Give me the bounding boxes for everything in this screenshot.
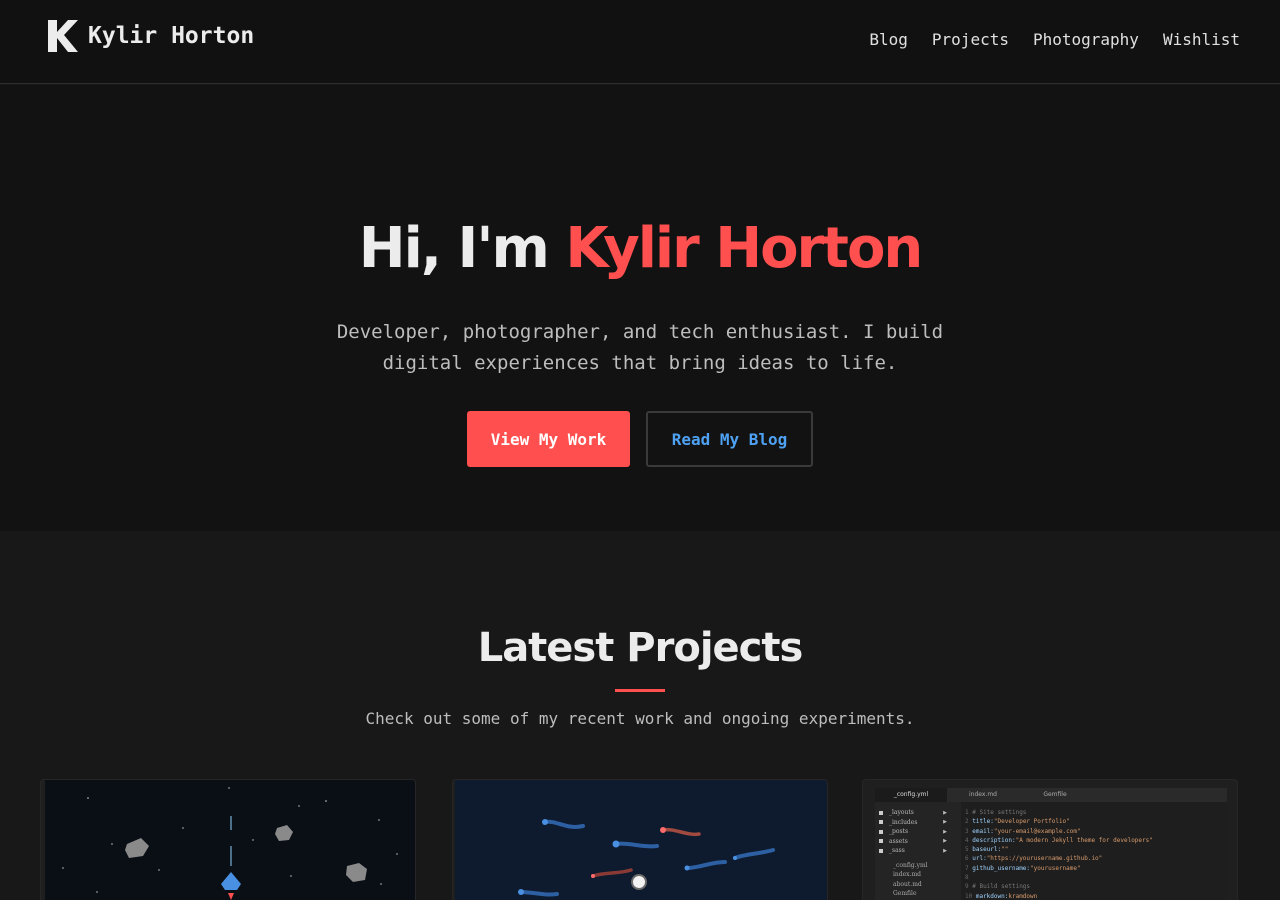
site-header: Kylir Horton Blog Projects Photography W… (0, 0, 1280, 84)
editor-tabs: _config.yml index.md Gemfile (875, 788, 1227, 802)
hero-description-line1: Developer, photographer, and tech enthus… (336, 321, 944, 343)
hero-description-line2: digital experiences that bring ideas to … (382, 352, 898, 374)
code-line: 10 markdown:kramdown (965, 892, 1038, 900)
code-line: 7 github_username:"yourusername" (965, 864, 1081, 872)
projects-section: Latest Projects Check out some of my rec… (0, 531, 1280, 900)
editor-tab: _config.yml (875, 788, 947, 802)
nav-wishlist[interactable]: Wishlist (1163, 30, 1240, 49)
code-line: 9 # Build settings (965, 883, 1031, 891)
code-line: 6 url:"https://yourusername.github.io" (965, 855, 1103, 863)
project-card-space-game[interactable] (40, 779, 416, 900)
folder-item: _sass ▶ (879, 846, 961, 856)
code-line: 8 (965, 874, 973, 882)
read-my-blog-button[interactable]: Read My Blog (646, 411, 813, 467)
project-card-jekyll-theme[interactable]: _config.yml index.md Gemfile _layouts ▶ _… (862, 779, 1238, 900)
folder-arrow-icon: ▶ (943, 819, 947, 826)
folder-label: _layouts (889, 809, 914, 817)
folder-label: _sass (889, 847, 905, 855)
hero-description: Developer, photographer, and tech enthus… (320, 317, 960, 379)
k-logo-icon (48, 20, 78, 52)
main-nav: Blog Projects Photography Wishlist (845, 30, 1240, 49)
folder-arrow-icon: ▶ (943, 838, 947, 845)
nav-blog[interactable]: Blog (869, 30, 908, 49)
folder-item: assets ▶ (879, 837, 961, 847)
view-my-work-button[interactable]: View My Work (467, 411, 630, 467)
folder-label: _posts (889, 828, 909, 836)
folder-item: _posts ▶ (879, 827, 961, 837)
folder-label: _includes (889, 818, 918, 826)
hero-greeting: Hi, I'm (358, 216, 566, 281)
folder-item: _layouts ▶ (879, 808, 961, 818)
code-line: 1 # Site settings (965, 809, 1027, 816)
editor-code: 1 # Site settings 2 title:"Developer Port… (965, 808, 1227, 900)
folder-arrow-icon: ▶ (943, 809, 947, 816)
code-line: 5 baseurl:"" (965, 846, 1009, 854)
code-line: 2 title:"Developer Portfolio" (965, 818, 1070, 826)
folder-label: assets (889, 837, 908, 845)
particles-thumbnail (455, 780, 827, 900)
hero-name: Kylir Horton (565, 216, 923, 281)
code-line: 4 description:"A modern Jekyll theme for… (965, 836, 1153, 844)
file-item: Gemfile (893, 890, 917, 897)
site-logo[interactable]: Kylir Horton (46, 18, 254, 54)
folder-arrow-icon: ▶ (943, 847, 947, 854)
project-card-particles[interactable] (452, 779, 828, 900)
code-editor-thumbnail: _config.yml index.md Gemfile _layouts ▶ _… (875, 788, 1227, 900)
nav-photography[interactable]: Photography (1033, 30, 1139, 49)
editor-tab: Gemfile (1043, 791, 1067, 798)
title-underline (615, 689, 665, 692)
editor-tab: index.md (969, 791, 997, 798)
projects-subtitle: Check out some of my recent work and ong… (365, 709, 915, 728)
hero-title: Hi, I'm Kylir Horton (0, 216, 1280, 281)
projects-title: Latest Projects (477, 625, 804, 671)
nav-projects[interactable]: Projects (932, 30, 1009, 49)
hero-section: Hi, I'm Kylir Horton Developer, photogra… (0, 85, 1280, 531)
folder-arrow-icon: ▶ (943, 828, 947, 835)
editor-file-tree: _layouts ▶ _includes ▶ _posts ▶ assets ▶ _sa… (875, 802, 961, 900)
file-item: _config.yml (893, 861, 928, 869)
file-item: index.md (893, 871, 921, 878)
space-game-thumbnail (45, 780, 415, 900)
folder-item: _includes ▶ (879, 818, 961, 828)
file-item: about.md (893, 880, 922, 888)
code-line: 3 email:"your-email@example.com" (965, 827, 1081, 835)
site-name: Kylir Horton (88, 23, 255, 49)
